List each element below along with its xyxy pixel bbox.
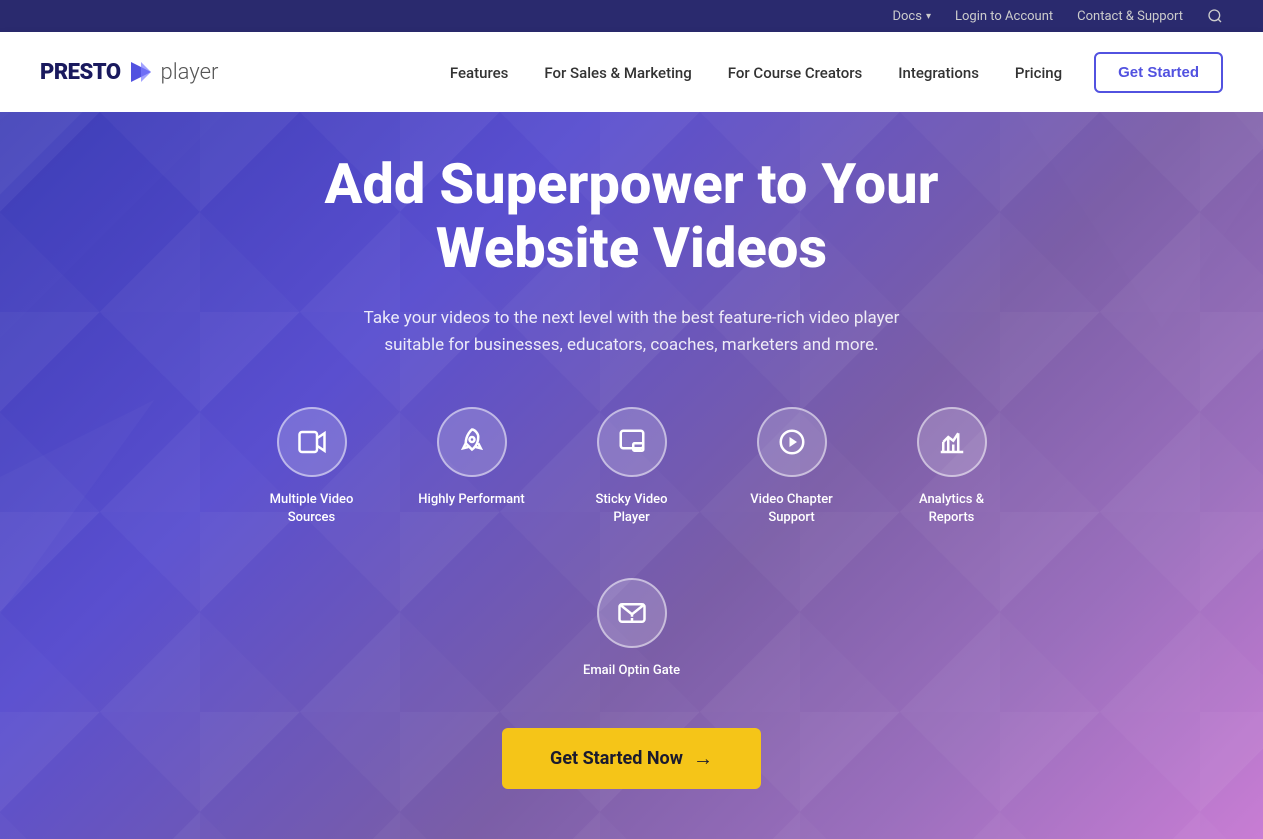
search-icon-link[interactable]: [1207, 8, 1223, 24]
analytics-icon: [937, 427, 967, 457]
nav-course[interactable]: For Course Creators: [728, 64, 863, 82]
nav-links: Features For Sales & Marketing For Cours…: [450, 63, 1062, 82]
feature-analytics: Analytics & Reports: [897, 407, 1007, 527]
feature-icon-circle-optin: [597, 578, 667, 648]
nav-get-started-button[interactable]: Get Started: [1094, 52, 1223, 93]
logo-icon: [127, 58, 155, 86]
login-link[interactable]: Login to Account: [955, 9, 1053, 24]
feature-sticky: Sticky Video Player: [577, 407, 687, 527]
navbar: PRESTO player Features For Sales & Marke…: [0, 32, 1263, 112]
logo[interactable]: PRESTO player: [40, 58, 218, 86]
features-row: Multiple Video Sources Highly Performant: [182, 407, 1082, 680]
nav-pricing[interactable]: Pricing: [1015, 64, 1062, 82]
feature-label-chapters: Video Chapter Support: [737, 491, 847, 527]
search-icon: [1207, 8, 1223, 24]
feature-icon-circle-rocket: [437, 407, 507, 477]
feature-optin: Email Optin Gate: [577, 578, 687, 680]
nav-sales[interactable]: For Sales & Marketing: [544, 64, 691, 82]
email-icon: [617, 598, 647, 628]
feature-label-video: Multiple Video Sources: [257, 491, 367, 527]
docs-link[interactable]: Docs ▾: [892, 9, 931, 24]
feature-icon-circle-sticky: [597, 407, 667, 477]
hero-content: Add Superpower to Your Website Videos Ta…: [182, 152, 1082, 789]
nav-integrations[interactable]: Integrations: [898, 64, 979, 82]
support-link[interactable]: Contact & Support: [1077, 9, 1183, 24]
feature-icon-circle-chapters: [757, 407, 827, 477]
feature-icon-circle-video: [277, 407, 347, 477]
hero-title: Add Superpower to Your Website Videos: [182, 152, 1082, 281]
rocket-icon: [457, 427, 487, 457]
sticky-icon: [617, 427, 647, 457]
feature-label-performant: Highly Performant: [418, 491, 524, 509]
cta-arrow-icon: →: [693, 746, 713, 771]
nav-features[interactable]: Features: [450, 64, 508, 82]
chevron-icon: ▾: [926, 11, 931, 22]
feature-video-sources: Multiple Video Sources: [257, 407, 367, 527]
logo-player-text: player: [161, 60, 219, 85]
feature-label-optin: Email Optin Gate: [583, 662, 680, 680]
hero-cta-button[interactable]: Get Started Now →: [502, 728, 761, 789]
feature-label-analytics: Analytics & Reports: [897, 491, 1007, 527]
top-bar: Docs ▾ Login to Account Contact & Suppor…: [0, 0, 1263, 32]
chapters-icon: [777, 427, 807, 457]
feature-icon-circle-analytics: [917, 407, 987, 477]
hero-section: Add Superpower to Your Website Videos Ta…: [0, 112, 1263, 839]
feature-label-sticky: Sticky Video Player: [577, 491, 687, 527]
logo-presto-text: PRESTO: [40, 60, 121, 85]
video-icon: [297, 427, 327, 457]
feature-chapters: Video Chapter Support: [737, 407, 847, 527]
hero-subtitle: Take your videos to the next level with …: [342, 305, 922, 359]
feature-performant: Highly Performant: [417, 407, 527, 509]
